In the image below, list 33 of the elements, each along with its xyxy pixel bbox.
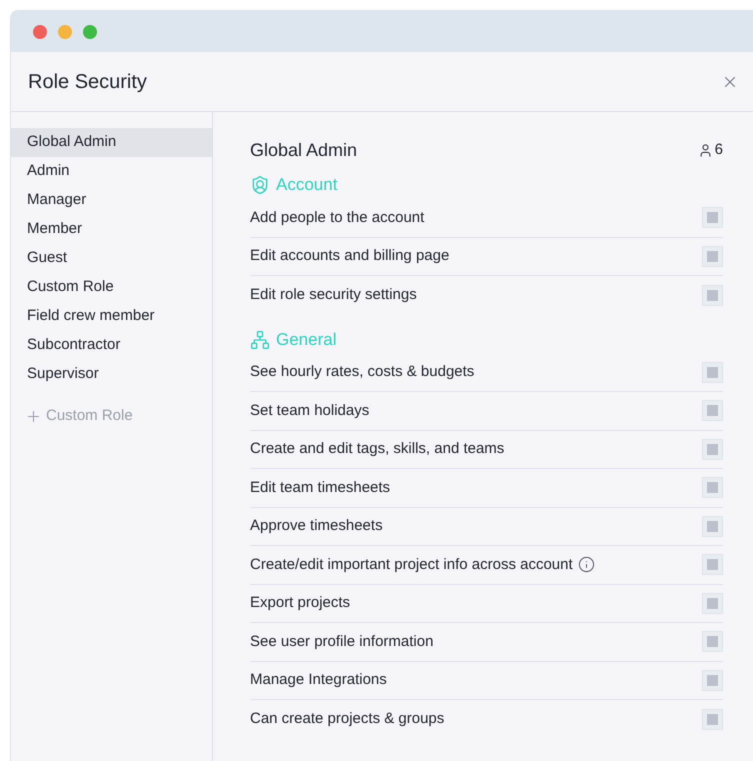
permission-label: Approve timesheets: [250, 516, 383, 536]
section-heading: General: [276, 328, 336, 351]
permission-label: Create/edit important project info across account: [250, 554, 573, 574]
sidebar-item[interactable]: Custom Role: [11, 273, 212, 302]
sidebar-item[interactable]: Guest: [11, 244, 212, 273]
minimize-window-icon[interactable]: [58, 24, 72, 38]
user-icon: [698, 143, 713, 158]
permission-label: Can create projects & groups: [250, 709, 444, 729]
permission-label: See hourly rates, costs & budgets: [250, 362, 474, 382]
sidebar-item[interactable]: Global Admin: [11, 128, 212, 157]
sidebar-item[interactable]: Admin: [11, 157, 212, 186]
permission-label: See user profile information: [250, 632, 434, 652]
sidebar-item[interactable]: Member: [11, 215, 212, 244]
permission-label: Edit team timesheets: [250, 478, 390, 498]
hierarchy-icon: [250, 330, 270, 350]
close-window-icon[interactable]: [33, 24, 47, 38]
window-title: Role Security: [28, 70, 147, 94]
sidebar-item[interactable]: Manager: [11, 186, 212, 215]
permission-label: Set team holidays: [250, 400, 370, 420]
permission-label: Edit role security settings: [250, 285, 417, 305]
sidebar-item[interactable]: Subcontractor: [11, 331, 212, 360]
member-count: 6: [714, 140, 723, 160]
sidebar-item[interactable]: Supervisor: [11, 360, 212, 389]
permission-label: Manage Integrations: [250, 670, 387, 690]
permission-label: Edit accounts and billing page: [250, 246, 450, 266]
maximize-window-icon[interactable]: [83, 24, 97, 38]
section-heading: Account: [276, 174, 338, 196]
permission-label: Add people to the account: [250, 208, 424, 228]
shield-user-icon: [250, 175, 270, 195]
permission-label: Create and edit tags, skills, and teams: [250, 439, 504, 459]
sidebar-item[interactable]: Field crew member: [11, 302, 212, 331]
permission-label: Export projects: [250, 593, 350, 613]
role-title: Global Admin: [250, 139, 358, 162]
